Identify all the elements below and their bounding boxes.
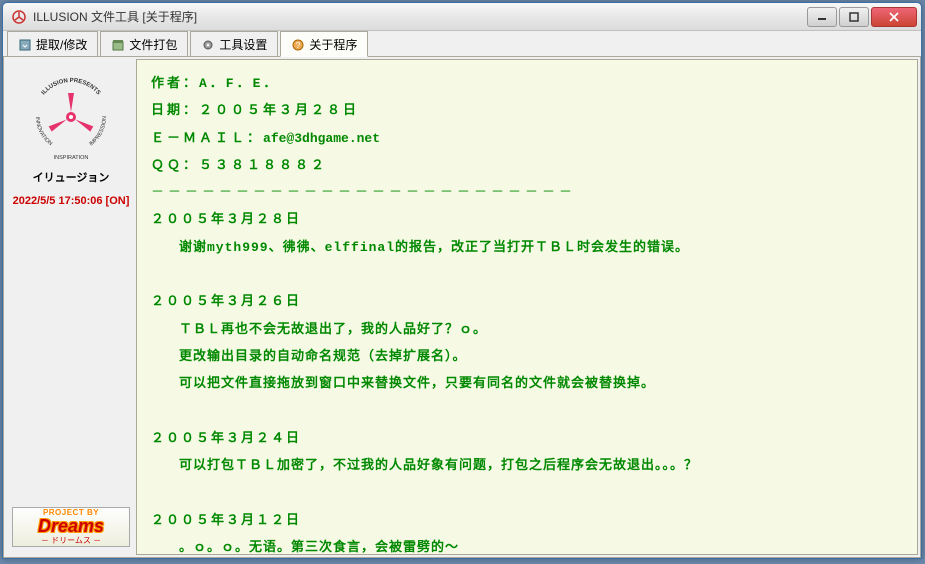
logo-subtitle: イリュージョン <box>12 169 130 185</box>
maximize-button[interactable] <box>839 7 869 27</box>
changelog-date: ２００５年３月１２日 <box>151 507 903 534</box>
svg-text:INSPIRATION: INSPIRATION <box>54 155 89 161</box>
author-line: 作者：A．F．E． <box>151 70 903 97</box>
sidebar: ILLUSION PRESENTS IMPRESSION INNOVATION … <box>6 59 136 555</box>
badge-sub: － ドリームス － <box>41 535 101 546</box>
build-date-line: 日期：２００５年３月２８日 <box>151 97 903 124</box>
about-icon: ? <box>291 38 305 52</box>
spacer <box>151 398 903 425</box>
tab-label: 提取/修改 <box>36 36 87 53</box>
svg-text:INNOVATION: INNOVATION <box>34 117 53 147</box>
tab-settings[interactable]: 工具设置 <box>190 31 278 56</box>
app-icon <box>11 9 27 25</box>
datetime-status: 2022/5/5 17:50:06 [ON] <box>13 195 130 207</box>
svg-text:?: ? <box>296 41 301 50</box>
pack-icon <box>111 38 125 52</box>
changelog-note: 可以打包ＴＢＬ加密了，不过我的人品好象有问题，打包之后程序会无故退出。。。？ <box>151 452 903 479</box>
dreams-badge: PROJECT BY Dreams － ドリームス － <box>12 507 130 547</box>
client-area: ILLUSION PRESENTS IMPRESSION INNOVATION … <box>3 57 921 558</box>
changelog-note: 可以把文件直接拖放到窗口中来替换文件，只要有同名的文件就会被替换掉。 <box>151 370 903 397</box>
window-title: ILLUSION 文件工具 [关于程序] <box>33 8 807 25</box>
spacer <box>151 261 903 288</box>
changelog-date: ２００５年３月２６日 <box>151 288 903 315</box>
window-controls <box>807 7 917 27</box>
app-window: ILLUSION 文件工具 [关于程序] 提取/修改 文件打包 工具设置 ? 关… <box>2 2 922 559</box>
titlebar[interactable]: ILLUSION 文件工具 [关于程序] <box>3 3 921 31</box>
tab-bar: 提取/修改 文件打包 工具设置 ? 关于程序 <box>3 31 921 57</box>
changelog-note: 谢谢myth999、彿彿、elffinal的报告，改正了当打开ＴＢＬ时会发生的错… <box>151 234 903 261</box>
tab-label: 关于程序 <box>309 36 357 53</box>
spacer <box>151 479 903 506</box>
extract-icon <box>18 38 32 52</box>
changelog-note: 更改输出目录的自动命名规范（去掉扩展名）。 <box>151 343 903 370</box>
changelog-date: ２００５年３月２８日 <box>151 206 903 233</box>
separator: －－－－－－－－－－－－－－－－－－－－－－－－－ <box>151 179 903 206</box>
email-line: Ｅ－ＭＡＩＬ：afe@3dhgame.net <box>151 125 903 152</box>
minimize-button[interactable] <box>807 7 837 27</box>
svg-text:IMPRESSION: IMPRESSION <box>89 116 108 147</box>
illusion-logo: ILLUSION PRESENTS IMPRESSION INNOVATION … <box>12 67 130 185</box>
tab-label: 文件打包 <box>129 36 177 53</box>
tab-extract[interactable]: 提取/修改 <box>7 31 98 56</box>
tab-label: 工具设置 <box>219 36 267 53</box>
changelog-note: 。ｏ。ｏ。无语。第三次食言，会被雷劈的～ <box>151 534 903 555</box>
changelog-date: ２００５年３月２４日 <box>151 425 903 452</box>
close-button[interactable] <box>871 7 917 27</box>
changelog-note: ＴＢＬ再也不会无故退出了，我的人品好了？ｏ。 <box>151 316 903 343</box>
gear-icon <box>201 38 215 52</box>
qq-line: ＱＱ：５３８１８８８２ <box>151 152 903 179</box>
tab-pack[interactable]: 文件打包 <box>100 31 188 56</box>
about-content[interactable]: 作者：A．F．E．日期：２００５年３月２８日Ｅ－ＭＡＩＬ：afe@3dhgame… <box>136 59 918 555</box>
badge-main: Dreams <box>38 517 104 535</box>
tab-about[interactable]: ? 关于程序 <box>280 31 368 57</box>
